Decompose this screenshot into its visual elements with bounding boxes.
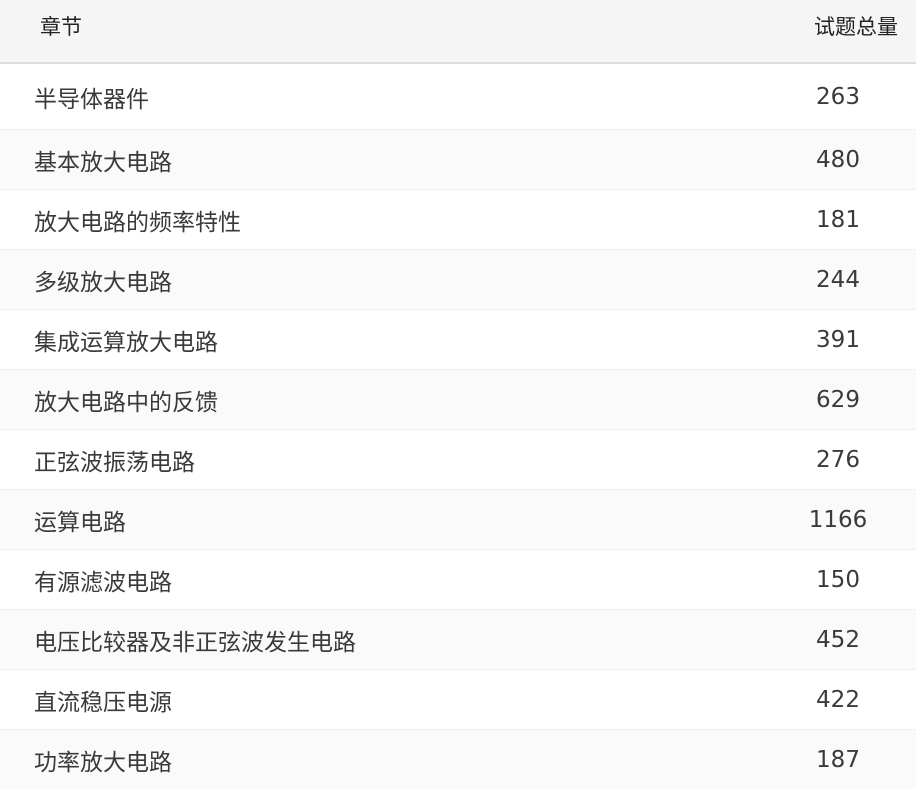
cell-question-count: 150 [816, 566, 860, 593]
table-row[interactable]: 基本放大电路 480 [0, 129, 916, 189]
cell-question-count: 480 [816, 146, 860, 173]
header-chapter[interactable]: 章节 [0, 16, 778, 38]
cell-question-count: 452 [816, 626, 860, 653]
table-row[interactable]: 多级放大电路 244 [0, 249, 916, 309]
cell-chapter: 运算电路 [34, 509, 126, 536]
cell-chapter: 集成运算放大电路 [34, 329, 218, 356]
cell-question-count: 244 [816, 266, 860, 293]
table-row[interactable]: 直流稳压电源 422 [0, 669, 916, 729]
cell-chapter: 电压比较器及非正弦波发生电路 [34, 629, 356, 656]
cell-question-count: 629 [816, 386, 860, 413]
cell-chapter: 放大电路的频率特性 [34, 209, 241, 236]
cell-question-count: 187 [816, 746, 860, 773]
header-question-count[interactable]: 试题总量 [778, 16, 916, 38]
table-row[interactable]: 半导体器件 263 [0, 64, 916, 129]
cell-chapter: 有源滤波电路 [34, 569, 172, 596]
cell-chapter: 放大电路中的反馈 [34, 389, 218, 416]
chapter-question-table: 章节 试题总量 半导体器件 263 基本放大电路 480 放大电路的频率特性 1… [0, 0, 916, 789]
cell-chapter: 正弦波振荡电路 [34, 449, 195, 476]
table-row[interactable]: 放大电路中的反馈 629 [0, 369, 916, 429]
cell-question-count: 391 [816, 326, 860, 353]
cell-question-count: 263 [816, 83, 860, 110]
table-row[interactable]: 放大电路的频率特性 181 [0, 189, 916, 249]
table-row[interactable]: 运算电路 1166 [0, 489, 916, 549]
table-row[interactable]: 集成运算放大电路 391 [0, 309, 916, 369]
cell-question-count: 422 [816, 686, 860, 713]
cell-chapter: 功率放大电路 [34, 749, 172, 776]
cell-question-count: 276 [816, 446, 860, 473]
cell-question-count: 1166 [808, 506, 868, 533]
table-row[interactable]: 电压比较器及非正弦波发生电路 452 [0, 609, 916, 669]
cell-chapter: 基本放大电路 [34, 149, 172, 176]
table-header: 章节 试题总量 [0, 0, 916, 64]
cell-chapter: 多级放大电路 [34, 269, 172, 296]
table-row[interactable]: 正弦波振荡电路 276 [0, 429, 916, 489]
table-body: 半导体器件 263 基本放大电路 480 放大电路的频率特性 181 多级放大电… [0, 64, 916, 789]
cell-question-count: 181 [816, 206, 860, 233]
table-row[interactable]: 功率放大电路 187 [0, 729, 916, 789]
cell-chapter: 直流稳压电源 [34, 689, 172, 716]
table-row[interactable]: 有源滤波电路 150 [0, 549, 916, 609]
cell-chapter: 半导体器件 [34, 86, 149, 113]
